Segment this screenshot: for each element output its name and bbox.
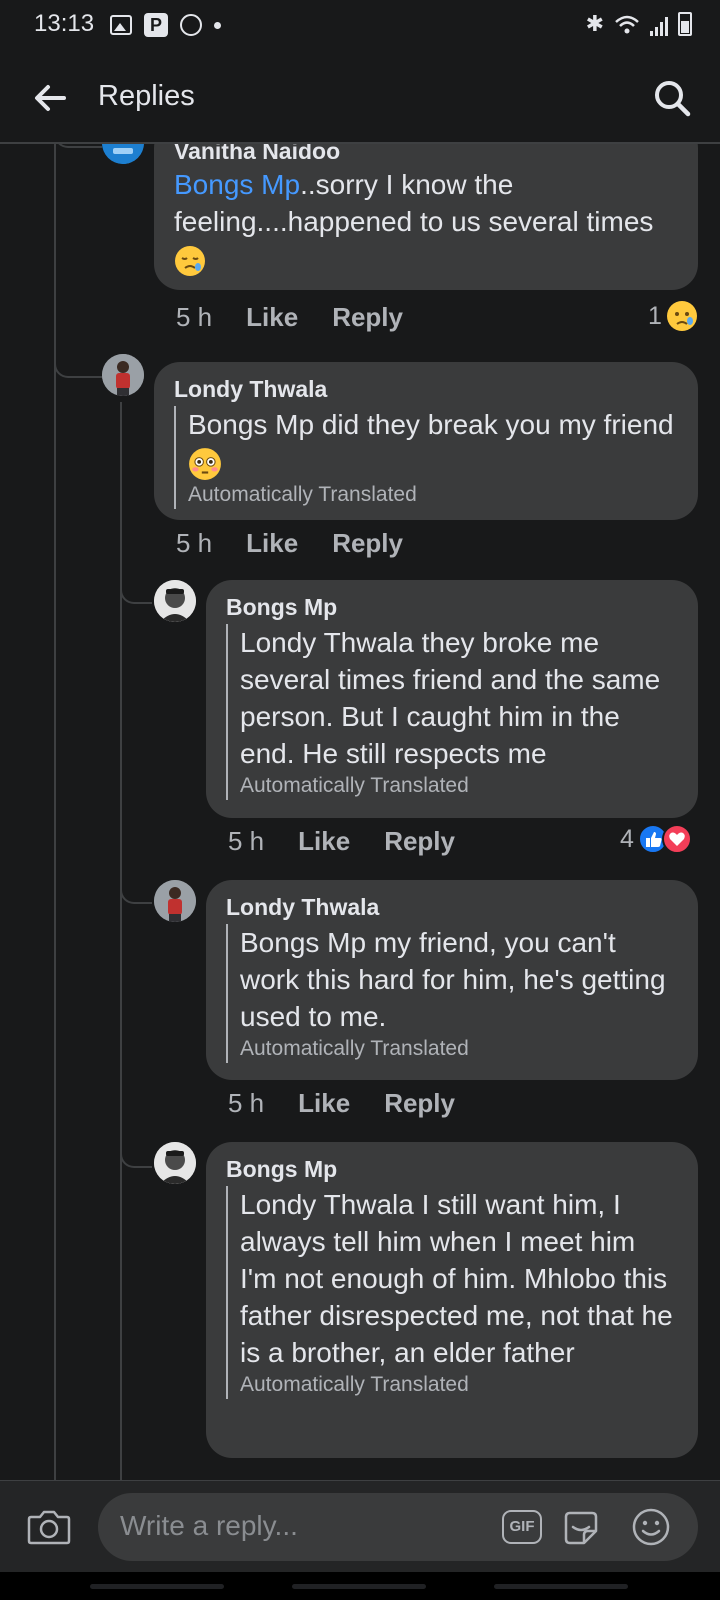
comment-actions: 5 h Like Reply <box>228 826 455 857</box>
comment-text: Bongs Mp..sorry I know the feeling....ha… <box>174 166 678 277</box>
status-bar: 13:13 P ✱ <box>0 0 720 56</box>
header-bar: Replies <box>0 56 720 144</box>
like-button[interactable]: Like <box>298 1088 350 1119</box>
reply-box: GIF <box>98 1493 698 1561</box>
comment-bubble[interactable]: Vanitha Naidoo Bongs Mp..sorry I know th… <box>154 142 698 290</box>
comment-author[interactable]: Londy Thwala <box>226 892 678 922</box>
comment-author[interactable]: Bongs Mp <box>226 592 678 622</box>
comment-author[interactable]: Vanitha Naidoo <box>174 142 678 166</box>
battery-icon <box>678 12 692 36</box>
auto-translated-label[interactable]: Automatically Translated <box>240 772 678 800</box>
reply-button[interactable]: Reply <box>384 826 455 857</box>
avatar[interactable] <box>154 1142 196 1184</box>
reply-input[interactable] <box>120 1509 460 1543</box>
comment-text: Bongs Mp did they break you my friend <box>188 406 678 481</box>
translated-block: Bongs Mp did they break you my friend Au… <box>174 406 678 509</box>
comment-bubble[interactable]: Londy Thwala Bongs Mp did they break you… <box>154 362 698 520</box>
comment-bubble[interactable]: Londy Thwala Bongs Mp my friend, you can… <box>206 880 698 1080</box>
comment-bubble[interactable]: Bongs Mp Londy Thwala I still want him, … <box>206 1142 698 1458</box>
love-reaction-icon <box>661 824 692 854</box>
camera-icon[interactable] <box>26 1505 72 1549</box>
translated-block: Bongs Mp my friend, you can't work this … <box>226 924 678 1063</box>
comment-bubble[interactable]: Bongs Mp Londy Thwala they broke me seve… <box>206 580 698 818</box>
thread-line <box>120 402 122 1480</box>
system-back-button[interactable] <box>494 1584 628 1589</box>
thread-connector <box>120 872 152 904</box>
reaction-count: 1 <box>648 301 662 330</box>
flushed-emoji-icon <box>189 447 221 480</box>
bluetooth-icon: ✱ <box>585 11 604 36</box>
back-arrow-icon[interactable] <box>28 76 72 120</box>
system-nav-bar <box>0 1572 720 1600</box>
more-notifications-dot-icon <box>214 21 221 29</box>
signal-icon <box>650 14 668 36</box>
comment-time: 5 h <box>176 528 213 558</box>
comment-text: Londy Thwala I still want him, I always … <box>240 1189 673 1368</box>
avatar[interactable] <box>102 354 144 396</box>
gallery-notification-icon <box>110 15 132 35</box>
comment-actions: 5 h Like Reply <box>176 528 403 559</box>
status-time: 13:13 <box>34 10 95 37</box>
like-button[interactable]: Like <box>246 528 298 559</box>
translated-block: Londy Thwala they broke me several times… <box>226 624 678 800</box>
auto-translated-label[interactable]: Automatically Translated <box>240 1035 678 1063</box>
emoji-icon[interactable] <box>630 1506 672 1548</box>
reaction-summary[interactable]: 4 <box>620 824 692 854</box>
sticker-icon[interactable] <box>560 1507 602 1549</box>
mention-link[interactable]: Bongs Mp <box>174 169 300 200</box>
comment-time: 5 h <box>228 1088 265 1118</box>
comment-text: Londy Thwala they broke me several times… <box>240 627 661 769</box>
avatar[interactable] <box>154 580 196 622</box>
wifi-icon <box>615 15 639 34</box>
auto-translated-label[interactable]: Automatically Translated <box>240 1371 678 1399</box>
recent-apps-button[interactable] <box>90 1584 224 1589</box>
translated-block: Londy Thwala I still want him, I always … <box>226 1186 678 1399</box>
thread-connector <box>120 1132 152 1168</box>
reaction-count: 4 <box>620 824 634 853</box>
avatar[interactable] <box>154 880 196 922</box>
reply-button[interactable]: Reply <box>384 1088 455 1119</box>
gif-button[interactable]: GIF <box>502 1510 542 1544</box>
comment-actions: 5 h Like Reply <box>228 1088 455 1119</box>
reply-button[interactable]: Reply <box>332 528 403 559</box>
comment-text: Bongs Mp my friend, you can't work this … <box>240 927 666 1032</box>
thread-connector <box>54 342 102 378</box>
sad-reaction-icon <box>666 301 697 331</box>
comment-time: 5 h <box>228 826 265 856</box>
messenger-notification-icon <box>180 14 202 36</box>
reply-thread: Vanitha Naidoo Bongs Mp..sorry I know th… <box>0 142 720 1480</box>
comment-actions: 5 h Like Reply <box>176 302 403 333</box>
auto-translated-label[interactable]: Automatically Translated <box>188 481 678 509</box>
like-button[interactable]: Like <box>298 826 350 857</box>
page-title: Replies <box>98 80 195 112</box>
reply-composer: GIF <box>0 1480 720 1573</box>
reaction-summary[interactable]: 1 <box>648 300 698 332</box>
thread-connector <box>120 566 152 604</box>
comment-time: 5 h <box>176 302 213 332</box>
like-button[interactable]: Like <box>246 302 298 333</box>
p-notification-icon: P <box>144 13 168 37</box>
search-icon[interactable] <box>650 76 694 120</box>
comment-author[interactable]: Bongs Mp <box>226 1154 678 1184</box>
avatar[interactable] <box>102 142 144 164</box>
sad-emoji-icon <box>175 245 205 276</box>
home-button[interactable] <box>292 1584 426 1589</box>
reply-button[interactable]: Reply <box>332 302 403 333</box>
comment-author[interactable]: Londy Thwala <box>174 374 678 404</box>
